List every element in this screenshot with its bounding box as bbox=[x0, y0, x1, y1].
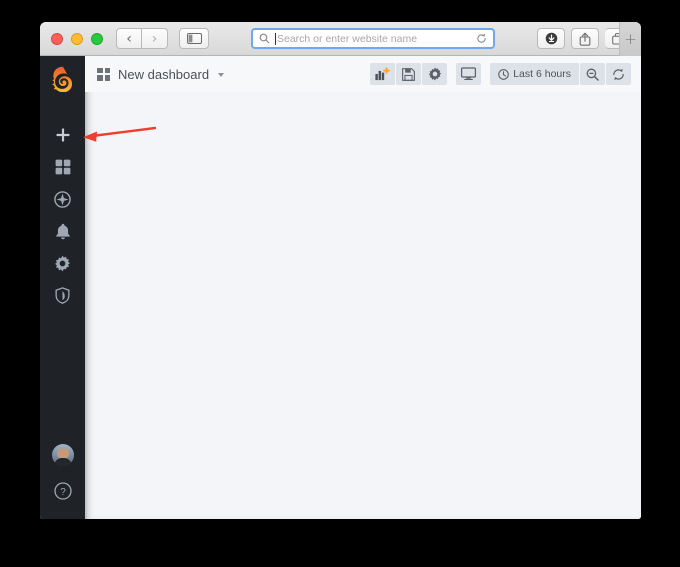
sidebar-icon bbox=[186, 33, 202, 44]
kiosk-group bbox=[455, 63, 482, 85]
chevron-right-icon: › bbox=[151, 30, 158, 47]
address-bar[interactable]: Search or enter website name bbox=[251, 28, 495, 49]
grid-icon bbox=[55, 159, 70, 175]
kiosk-mode-button[interactable] bbox=[456, 63, 482, 85]
add-panel-icon bbox=[375, 67, 390, 81]
sidebar-item-configuration[interactable] bbox=[40, 247, 85, 279]
downloads-button[interactable] bbox=[537, 28, 565, 49]
shield-icon bbox=[55, 286, 70, 304]
time-range-picker[interactable]: Last 6 hours bbox=[490, 63, 579, 85]
save-icon bbox=[402, 67, 416, 81]
dashboard-toolbar: Last 6 hours bbox=[361, 63, 631, 85]
grafana-app: ? New dashboard Last 6 hours bbox=[40, 56, 641, 519]
sidebar-toggle-button[interactable] bbox=[179, 28, 209, 49]
clock-icon bbox=[498, 68, 510, 80]
browser-window: ‹ › Search or enter website name + ? New… bbox=[40, 22, 641, 519]
chevron-down-icon[interactable] bbox=[218, 73, 225, 77]
sidebar: ? bbox=[40, 56, 85, 519]
new-tab-label: + bbox=[624, 30, 637, 48]
dashboard-title-group[interactable]: New dashboard bbox=[97, 66, 225, 82]
save-dashboard-button[interactable] bbox=[396, 63, 422, 85]
search-icon bbox=[259, 33, 270, 44]
dashboard-navbar: New dashboard Last 6 hours bbox=[85, 56, 641, 92]
sidebar-item-server-admin[interactable] bbox=[40, 279, 85, 311]
monitor-icon bbox=[461, 67, 477, 80]
sidebar-item-explore[interactable] bbox=[40, 183, 85, 215]
avatar[interactable] bbox=[51, 444, 74, 466]
maximize-window-button[interactable] bbox=[91, 32, 103, 45]
grafana-logo-icon bbox=[51, 66, 72, 93]
gear-icon bbox=[55, 255, 70, 271]
address-bar-container: Search or enter website name bbox=[209, 28, 537, 49]
help-glyph: ? bbox=[60, 487, 66, 498]
back-button[interactable]: ‹ bbox=[116, 28, 142, 49]
close-window-button[interactable] bbox=[51, 32, 63, 45]
minimize-window-button[interactable] bbox=[71, 32, 83, 45]
address-placeholder: Search or enter website name bbox=[277, 32, 418, 45]
dashboard-content: New dashboard Last 6 hours bbox=[85, 56, 641, 519]
sidebar-item-alerting[interactable] bbox=[40, 215, 85, 247]
grid-icon bbox=[97, 67, 110, 81]
grafana-logo[interactable] bbox=[51, 66, 75, 97]
time-range-label: Last 6 hours bbox=[513, 68, 571, 80]
reload-icon[interactable] bbox=[476, 33, 487, 44]
dashboard-settings-button[interactable] bbox=[422, 63, 448, 85]
share-icon bbox=[579, 32, 591, 46]
chevron-left-icon: ‹ bbox=[126, 30, 132, 47]
help-button[interactable]: ? bbox=[53, 482, 72, 505]
text-caret bbox=[275, 32, 276, 45]
page-title: New dashboard bbox=[118, 66, 210, 82]
compass-icon bbox=[54, 190, 71, 208]
zoom-out-button[interactable] bbox=[580, 63, 605, 85]
forward-button[interactable]: › bbox=[142, 28, 168, 49]
plus-icon bbox=[56, 128, 69, 142]
browser-toolbar: ‹ › Search or enter website name + bbox=[40, 22, 641, 56]
share-button[interactable] bbox=[571, 28, 599, 49]
time-controls-group: Last 6 hours bbox=[489, 63, 631, 85]
sidebar-item-create[interactable] bbox=[40, 119, 85, 151]
gear-icon bbox=[428, 67, 441, 81]
refresh-button[interactable] bbox=[606, 63, 631, 85]
navigation-buttons: ‹ › bbox=[116, 28, 168, 49]
refresh-icon bbox=[613, 68, 624, 80]
search-minus-icon bbox=[586, 68, 599, 81]
dashboard-edit-group bbox=[369, 63, 448, 85]
help-icon: ? bbox=[53, 482, 72, 500]
download-icon bbox=[545, 32, 557, 45]
sidebar-item-dashboards[interactable] bbox=[40, 151, 85, 183]
new-tab-button[interactable]: + bbox=[619, 22, 641, 56]
window-controls bbox=[51, 32, 103, 45]
bell-icon bbox=[55, 223, 70, 239]
add-panel-button[interactable] bbox=[370, 63, 396, 85]
